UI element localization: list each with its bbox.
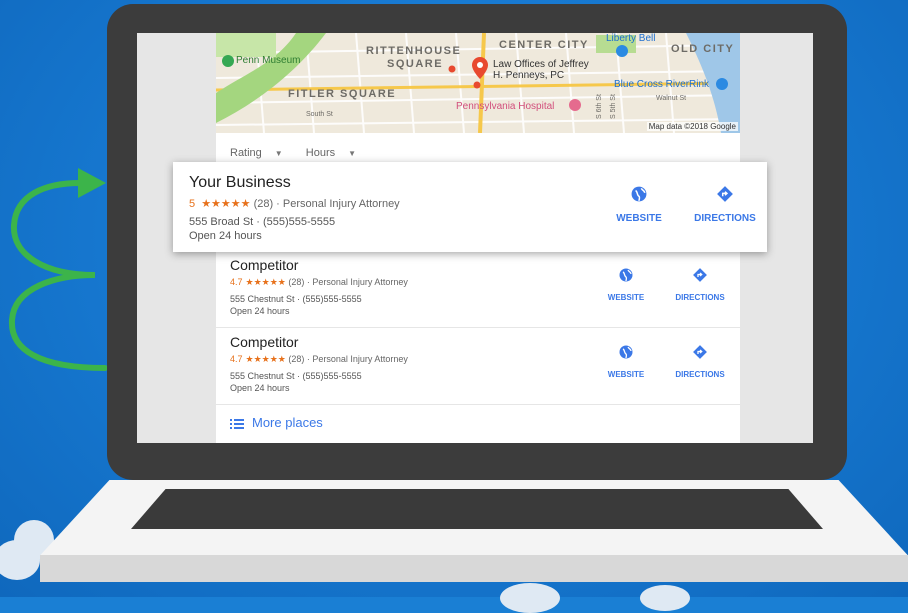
rating-value: 4.7	[230, 277, 243, 287]
divider	[216, 327, 740, 328]
map-label-law-office-line1: Law Offices of Jeffrey	[493, 59, 589, 70]
website-label: WEBSITE	[607, 293, 645, 302]
hours: Open 24 hours	[230, 306, 290, 316]
website-button[interactable]: WEBSITE	[586, 268, 666, 302]
liberty-bell-marker-icon	[616, 45, 628, 57]
business-name: Your Business	[189, 174, 291, 191]
rating-value: 5	[189, 198, 196, 210]
chevron-down-icon: ▼	[274, 149, 283, 158]
map-pin-icon[interactable]	[472, 57, 488, 79]
chevron-down-icon: ▼	[348, 149, 357, 158]
map-label-square: SQUARE	[387, 58, 444, 70]
rating-value: 4.7	[230, 354, 243, 364]
map-dot-icon[interactable]	[448, 65, 456, 73]
map-label-6th-st: S 6th St	[596, 94, 603, 119]
cloud-decoration	[500, 583, 560, 613]
map-label-law-office-line2: H. Penneys, PC	[493, 70, 565, 81]
filter-hours-label: Hours	[305, 147, 336, 159]
reviews-category: (28) · Personal Injury Attorney	[288, 354, 408, 364]
globe-icon	[619, 268, 633, 282]
reviews-category: (28) · Personal Injury Attorney	[288, 277, 408, 287]
divider	[216, 404, 740, 405]
map-label-center-city: CENTER CITY	[499, 39, 589, 51]
map-label-pennsylvania-hospital: Pennsylvania Hospital	[456, 101, 555, 112]
map-label-old-city: OLD CITY	[671, 43, 735, 55]
directions-button[interactable]: DIRECTIONS	[660, 268, 740, 302]
museum-marker-icon	[222, 55, 234, 67]
filter-rating-label: Rating	[230, 147, 262, 159]
map-label-liberty-bell: Liberty Bell	[606, 33, 656, 44]
reviews-category: (28) · Personal Injury Attorney	[253, 198, 400, 210]
hours: Open 24 hours	[189, 230, 262, 242]
directions-icon	[717, 186, 733, 202]
address-phone: 555 Broad St · (555)555-5555	[189, 216, 336, 228]
more-places-label: More places	[252, 415, 323, 430]
map-label-blue-cross: Blue Cross RiverRink	[614, 79, 710, 90]
directions-icon	[693, 268, 707, 282]
website-button[interactable]: WEBSITE	[586, 345, 666, 379]
map[interactable]: RITTENHOUSE SQUARE CENTER CITY OLD CITY …	[216, 33, 740, 133]
rating-line: 5 ★★★★★ (28) · Personal Injury Attorney	[189, 197, 400, 210]
directions-button[interactable]: DIRECTIONS	[685, 186, 765, 224]
star-rating-icon: ★★★★★	[245, 354, 286, 364]
hours: Open 24 hours	[230, 383, 290, 393]
hospital-marker-icon	[569, 99, 581, 111]
directions-button[interactable]: DIRECTIONS	[660, 345, 740, 379]
filter-hours[interactable]: Hours ▼	[306, 147, 366, 159]
more-places-link[interactable]: More places	[230, 415, 323, 430]
map-dot-icon[interactable]	[473, 81, 481, 89]
directions-label: DIRECTIONS	[675, 293, 725, 302]
directions-label: DIRECTIONS	[694, 213, 756, 224]
filter-bar: Rating ▼ Hours ▼	[230, 147, 376, 159]
laptop-keyboard	[131, 489, 823, 529]
map-credit: Map data ©2018 Google	[646, 122, 738, 131]
globe-icon	[631, 186, 647, 202]
map-label-walnut-st: Walnut St	[656, 95, 687, 102]
website-label: WEBSITE	[616, 213, 662, 224]
directions-label: DIRECTIONS	[675, 370, 725, 379]
map-label-south-st: South St	[306, 111, 333, 118]
featured-business-card[interactable]: Your Business 5 ★★★★★ (28) · Personal In…	[173, 162, 767, 252]
map-label-rittenhouse: RITTENHOUSE	[366, 45, 462, 57]
globe-icon	[619, 345, 633, 359]
map-label-law-office: Law Offices of Jeffrey H. Penneys, PC	[493, 59, 589, 81]
map-label-fitler-square: FITLER SQUARE	[288, 88, 397, 100]
map-label-penn-museum: Penn Museum	[236, 55, 301, 66]
list-icon	[230, 419, 244, 429]
star-rating-icon: ★★★★★	[245, 277, 286, 287]
directions-icon	[693, 345, 707, 359]
rink-marker-icon	[716, 78, 728, 90]
website-label: WEBSITE	[607, 370, 645, 379]
website-button[interactable]: WEBSITE	[599, 186, 679, 224]
green-curved-arrow-icon	[8, 168, 108, 371]
cloud-decoration	[640, 585, 690, 611]
star-rating-icon: ★★★★★	[201, 198, 251, 210]
map-label-5th-st: S 5th St	[610, 94, 617, 119]
laptop-base-edge	[40, 555, 908, 582]
filter-rating[interactable]: Rating ▼	[230, 147, 293, 159]
